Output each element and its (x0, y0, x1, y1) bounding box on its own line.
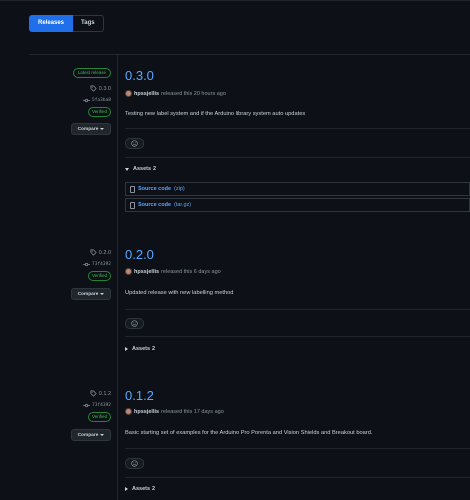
tag-label: 0.1.2 (98, 390, 111, 397)
release-version-link[interactable]: 0.3.0 (125, 68, 154, 83)
release-tabs: Releases Tags (29, 15, 104, 32)
assets-toggle[interactable]: Assets 2 (125, 346, 155, 352)
author-link[interactable]: hpssjellis (134, 409, 159, 415)
chevron-down-icon (100, 293, 105, 295)
avatar[interactable] (125, 408, 132, 415)
verified-badge[interactable]: Verified (87, 107, 111, 117)
compare-button[interactable]: Compare (71, 123, 111, 135)
divider (125, 309, 470, 310)
verified-badge[interactable]: Verified (87, 412, 111, 422)
release-description: Basic starting set of examples for the A… (125, 430, 373, 436)
divider (125, 448, 470, 449)
release-description: Updated release with new labelling metho… (125, 290, 234, 296)
author-link[interactable]: hpssjellis (134, 269, 159, 275)
latest-release-badge: Latest release (72, 68, 111, 78)
assets-count: 2 (152, 486, 156, 492)
commit-sha: 73f4392 (92, 262, 111, 267)
released-time: released this 6 days ago (161, 268, 221, 275)
commit-sha: 5fa3ba8 (92, 98, 111, 103)
triangle-right-icon (125, 487, 128, 491)
compare-label: Compare (77, 291, 99, 297)
tag-label: 0.2.0 (98, 249, 111, 256)
triangle-down-icon (125, 167, 129, 171)
divider (125, 477, 470, 478)
release-sidebar: 0.2.0 73f4392 Verified Compare (0, 247, 111, 307)
divider (125, 128, 470, 129)
smiley-icon (131, 140, 138, 147)
add-reaction-button[interactable] (125, 458, 144, 469)
release-byline: hpssjellis released this 17 days ago (125, 408, 224, 415)
tag-icon (90, 85, 97, 92)
commit-icon (83, 262, 91, 267)
release-version-link[interactable]: 0.2.0 (125, 247, 154, 262)
file-zip-icon (130, 185, 135, 193)
asset-kind[interactable]: (zip) (174, 186, 185, 192)
compare-button[interactable]: Compare (71, 288, 111, 300)
smiley-icon (131, 320, 138, 327)
assets-toggle[interactable]: Assets 2 (125, 166, 156, 172)
avatar[interactable] (125, 268, 132, 275)
divider (125, 336, 470, 337)
release-byline: hpssjellis released this 6 days ago (125, 268, 221, 275)
assets-toggle[interactable]: Assets 2 (125, 486, 155, 492)
smiley-icon (131, 460, 138, 467)
file-zip-icon (130, 201, 135, 209)
assets-label: Assets (133, 166, 152, 172)
tab-releases[interactable]: Releases (29, 15, 74, 32)
asset-link[interactable]: Source code (138, 202, 171, 208)
compare-label: Compare (77, 126, 99, 132)
assets-label: Assets (132, 346, 151, 352)
released-time: released this 20 hours ago (161, 90, 226, 97)
divider (125, 157, 470, 158)
release-description: Testing new label system and if the Ardu… (125, 111, 306, 117)
assets-count: 2 (152, 346, 156, 352)
chevron-down-icon (100, 434, 105, 436)
release-sidebar: 0.1.2 73f4392 Verified Compare (0, 388, 111, 448)
asset-kind[interactable]: (tar.gz) (174, 202, 191, 208)
tag-label: 0.3.0 (98, 85, 111, 92)
assets-count: 2 (153, 166, 157, 172)
assets-label: Assets (132, 486, 151, 492)
tag-icon (90, 249, 97, 256)
author-link[interactable]: hpssjellis (134, 91, 159, 97)
asset-row-zip[interactable]: Source code (zip) (125, 182, 470, 196)
asset-row-tar[interactable]: Source code (tar.gz) (125, 198, 470, 212)
release-commit[interactable]: 73f4392 (83, 262, 111, 267)
chevron-down-icon (100, 128, 105, 130)
release-sidebar: Latest release 0.3.0 5fa3ba8 Verified Co… (0, 68, 111, 148)
top-divider (0, 0, 470, 1)
timeline-line (117, 55, 118, 500)
triangle-right-icon (125, 347, 128, 351)
tab-tags[interactable]: Tags (73, 15, 104, 32)
release-version-link[interactable]: 0.1.2 (125, 388, 154, 403)
release-tag[interactable]: 0.1.2 (90, 390, 111, 397)
release-byline: hpssjellis released this 20 hours ago (125, 90, 226, 97)
compare-label: Compare (77, 432, 99, 438)
release-commit[interactable]: 73f4392 (83, 403, 111, 408)
avatar[interactable] (125, 90, 132, 97)
tag-icon (90, 390, 97, 397)
released-time: released this 17 days ago (161, 408, 224, 415)
commit-icon (83, 403, 91, 408)
commit-icon (83, 98, 91, 103)
asset-link[interactable]: Source code (138, 186, 171, 192)
release-commit[interactable]: 5fa3ba8 (83, 98, 111, 103)
header-divider (29, 54, 470, 55)
add-reaction-button[interactable] (125, 318, 144, 329)
release-tag[interactable]: 0.2.0 (90, 249, 111, 256)
compare-button[interactable]: Compare (71, 429, 111, 441)
add-reaction-button[interactable] (125, 138, 144, 149)
release-tag[interactable]: 0.3.0 (90, 85, 111, 92)
verified-badge[interactable]: Verified (87, 271, 111, 281)
commit-sha: 73f4392 (92, 403, 111, 408)
